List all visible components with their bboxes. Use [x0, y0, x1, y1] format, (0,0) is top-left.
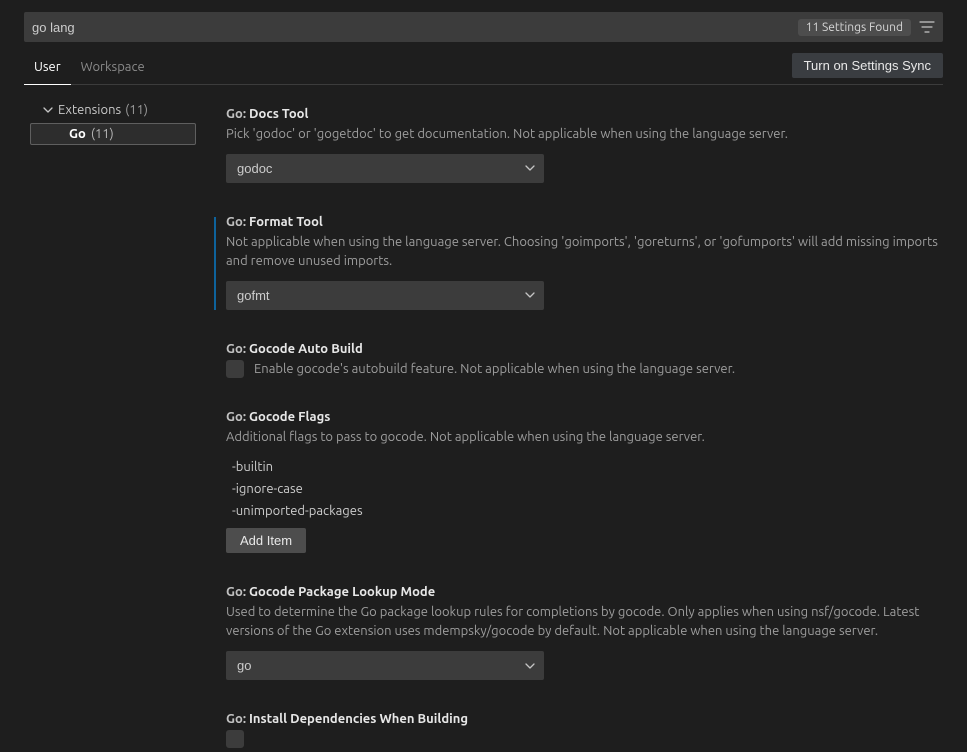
filter-icon[interactable]	[917, 17, 937, 37]
add-item-button[interactable]: Add Item	[226, 528, 306, 553]
setting-title: Go: Format Tool	[226, 215, 943, 229]
setting-title: Go: Gocode Flags	[226, 410, 943, 424]
settings-search-row: 11 Settings Found	[24, 12, 943, 42]
setting-list-editor: -builtin-ignore-case-unimported-packages	[226, 456, 943, 522]
settings-list: Go: Docs Tool Pick 'godoc' or 'gogetdoc' …	[202, 95, 943, 752]
scope-tab-workspace[interactable]: Workspace	[71, 52, 155, 84]
setting-item: Go: Docs Tool Pick 'godoc' or 'gogetdoc' …	[226, 95, 943, 203]
setting-name: Docs Tool	[249, 107, 308, 121]
chevron-down-icon	[42, 104, 54, 116]
setting-select[interactable]: gofmt	[226, 281, 544, 310]
setting-item: Go: Gocode Flags Additional flags to pass…	[226, 398, 943, 574]
setting-item: Go: Gocode Package Lookup Mode Used to de…	[226, 573, 943, 700]
setting-prefix: Go:	[226, 107, 246, 121]
setting-checkbox-label: Enable gocode's autobuild feature. Not a…	[254, 362, 735, 376]
setting-title: Go: Gocode Package Lookup Mode	[226, 585, 943, 599]
setting-checkbox-row	[226, 730, 943, 748]
setting-description: Not applicable when using the language s…	[226, 233, 943, 271]
setting-select-wrap: gofmt	[226, 281, 544, 310]
list-item[interactable]: -ignore-case	[226, 478, 943, 500]
setting-name: Install Dependencies When Building	[249, 712, 468, 726]
turn-on-settings-sync-button[interactable]: Turn on Settings Sync	[792, 53, 943, 78]
toc-group-extensions[interactable]: Extensions (11)	[24, 99, 202, 121]
setting-checkbox[interactable]	[226, 360, 244, 378]
list-item[interactable]: -builtin	[226, 456, 943, 478]
list-item[interactable]: -unimported-packages	[226, 500, 943, 522]
setting-checkbox[interactable]	[226, 730, 244, 748]
setting-name: Format Tool	[249, 215, 323, 229]
setting-name: Gocode Auto Build	[249, 342, 363, 356]
setting-select[interactable]: godoc	[226, 154, 544, 183]
setting-name: Gocode Package Lookup Mode	[249, 585, 435, 599]
setting-description: Additional flags to pass to gocode. Not …	[226, 428, 943, 447]
setting-title: Go: Docs Tool	[226, 107, 943, 121]
settings-scope-tabs: User Workspace Turn on Settings Sync	[24, 52, 943, 85]
settings-toc: Extensions (11) Go (11)	[24, 95, 202, 752]
setting-checkbox-row: Enable gocode's autobuild feature. Not a…	[226, 360, 943, 378]
scope-tab-user[interactable]: User	[24, 52, 71, 85]
toc-leaf-label: Go	[69, 127, 86, 141]
setting-select-wrap: go	[226, 651, 544, 680]
settings-result-count-badge: 11 Settings Found	[798, 19, 911, 36]
setting-name: Gocode Flags	[249, 410, 330, 424]
setting-select-wrap: godoc	[226, 154, 544, 183]
setting-description: Pick 'godoc' or 'gogetdoc' to get docume…	[226, 125, 943, 144]
toc-leaf-go[interactable]: Go (11)	[30, 123, 196, 145]
setting-select[interactable]: go	[226, 651, 544, 680]
setting-item: Go: Install Dependencies When Building	[226, 700, 943, 752]
setting-prefix: Go:	[226, 342, 246, 356]
toc-group-count: (11)	[125, 103, 148, 117]
settings-search-input[interactable]	[32, 20, 798, 35]
setting-prefix: Go:	[226, 712, 246, 726]
setting-prefix: Go:	[226, 215, 246, 229]
setting-title: Go: Gocode Auto Build	[226, 342, 943, 356]
setting-title: Go: Install Dependencies When Building	[226, 712, 943, 726]
setting-prefix: Go:	[226, 585, 246, 599]
toc-group-label: Extensions	[58, 103, 121, 117]
setting-item: Go: Format Tool Not applicable when using…	[226, 203, 943, 330]
toc-leaf-count: (11)	[91, 127, 114, 141]
setting-prefix: Go:	[226, 410, 246, 424]
setting-item: Go: Gocode Auto Build Enable gocode's aut…	[226, 330, 943, 398]
setting-description: Used to determine the Go package lookup …	[226, 603, 943, 641]
